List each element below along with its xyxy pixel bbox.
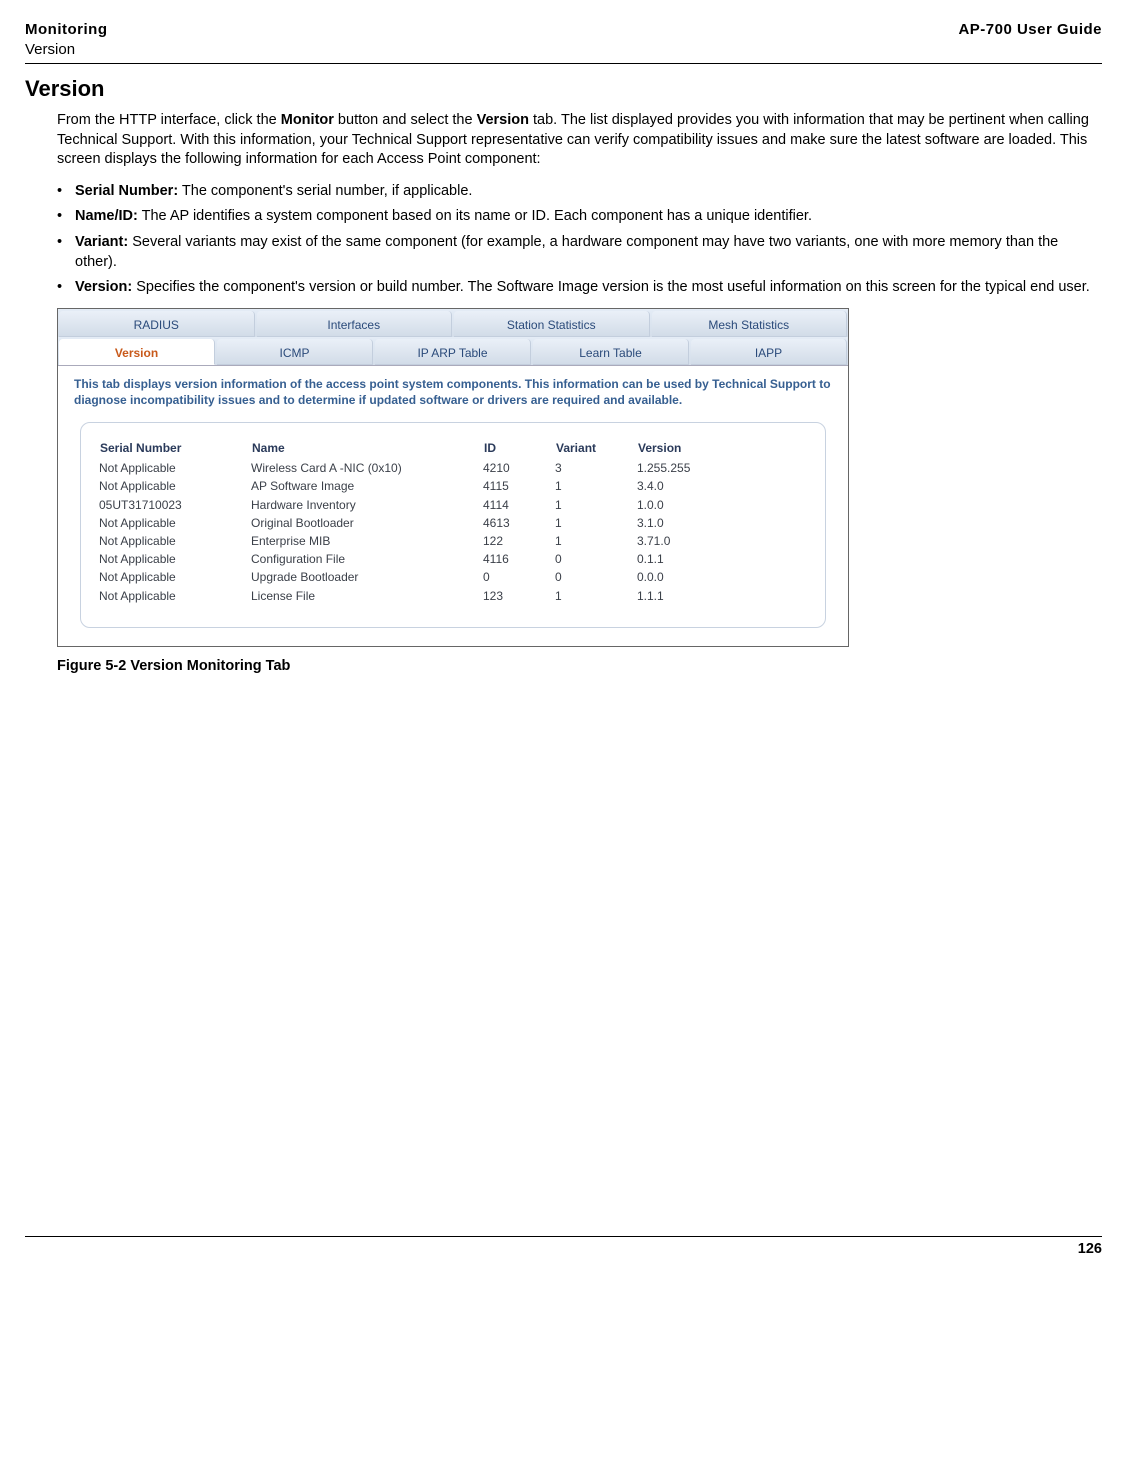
list-item: • Variant: Several variants may exist of… bbox=[57, 233, 1102, 272]
tab-ip-arp-table[interactable]: IP ARP Table bbox=[375, 339, 531, 365]
bullet-body: The component's serial number, if applic… bbox=[178, 183, 472, 199]
tab-learn-table[interactable]: Learn Table bbox=[533, 339, 689, 365]
bullet-label: Serial Number: bbox=[75, 183, 178, 199]
bullet-body: Specifies the component's version or bui… bbox=[132, 279, 1090, 295]
header-chapter: Monitoring bbox=[25, 20, 107, 40]
data-panel: Serial Number Name ID Variant Version No… bbox=[80, 422, 826, 628]
page-footer: 126 bbox=[25, 1236, 1102, 1260]
tab-mesh-statistics[interactable]: Mesh Statistics bbox=[652, 311, 848, 337]
tab-icmp[interactable]: ICMP bbox=[217, 339, 373, 365]
bullet-list: • Serial Number: The component's serial … bbox=[57, 182, 1102, 298]
tab-version[interactable]: Version bbox=[59, 339, 215, 365]
header-left: Monitoring Version bbox=[25, 20, 107, 61]
intro-b1: Monitor bbox=[281, 112, 334, 128]
tab-iapp[interactable]: IAPP bbox=[691, 339, 847, 365]
figure-caption: Figure 5-2 Version Monitoring Tab bbox=[57, 657, 1102, 677]
list-item: • Name/ID: The AP identifies a system co… bbox=[57, 207, 1102, 227]
col-serial: Serial Number bbox=[99, 439, 251, 459]
page-header: Monitoring Version AP-700 User Guide bbox=[25, 20, 1102, 64]
table-row: Not ApplicableUpgrade Bootloader000.0.0 bbox=[99, 568, 807, 586]
table-row: 05UT31710023Hardware Inventory411411.0.0 bbox=[99, 496, 807, 514]
intro-mid: button and select the bbox=[334, 112, 477, 128]
table-row: Not ApplicableLicense File12311.1.1 bbox=[99, 587, 807, 605]
list-item: • Serial Number: The component's serial … bbox=[57, 182, 1102, 202]
bullet-label: Name/ID: bbox=[75, 208, 138, 224]
col-version: Version bbox=[637, 439, 807, 459]
bullet-body: Several variants may exist of the same c… bbox=[75, 234, 1058, 270]
col-variant: Variant bbox=[555, 439, 637, 459]
tabs-row-2: Version ICMP IP ARP Table Learn Table IA… bbox=[58, 337, 848, 366]
bullet-body: The AP identifies a system component bas… bbox=[138, 208, 812, 224]
page-number: 126 bbox=[1078, 1241, 1102, 1257]
intro-paragraph: From the HTTP interface, click the Monit… bbox=[57, 111, 1102, 170]
col-name: Name bbox=[251, 439, 483, 459]
tab-interfaces[interactable]: Interfaces bbox=[257, 311, 453, 337]
tab-description: This tab displays version information of… bbox=[58, 366, 848, 422]
bullet-icon: • bbox=[57, 207, 75, 227]
bullet-icon: • bbox=[57, 233, 75, 272]
table-header-row: Serial Number Name ID Variant Version bbox=[99, 439, 807, 459]
version-table: Serial Number Name ID Variant Version No… bbox=[99, 439, 807, 605]
bullet-label: Variant: bbox=[75, 234, 128, 250]
tab-station-statistics[interactable]: Station Statistics bbox=[454, 311, 650, 337]
list-item: • Version: Specifies the component's ver… bbox=[57, 278, 1102, 298]
table-row: Not ApplicableOriginal Bootloader461313.… bbox=[99, 514, 807, 532]
tabs-row-1: RADIUS Interfaces Station Statistics Mes… bbox=[58, 309, 848, 337]
table-row: Not ApplicableAP Software Image411513.4.… bbox=[99, 477, 807, 495]
bullet-icon: • bbox=[57, 278, 75, 298]
section-heading: Version bbox=[25, 74, 1102, 104]
figure-container: RADIUS Interfaces Station Statistics Mes… bbox=[57, 308, 1102, 677]
intro-pre: From the HTTP interface, click the bbox=[57, 112, 281, 128]
header-guide-title: AP-700 User Guide bbox=[958, 20, 1102, 61]
table-row: Not ApplicableEnterprise MIB12213.71.0 bbox=[99, 532, 807, 550]
screenshot-panel: RADIUS Interfaces Station Statistics Mes… bbox=[57, 308, 849, 647]
tab-radius[interactable]: RADIUS bbox=[59, 311, 255, 337]
header-section: Version bbox=[25, 40, 107, 60]
bullet-label: Version: bbox=[75, 279, 132, 295]
bullet-icon: • bbox=[57, 182, 75, 202]
table-row: Not ApplicableConfiguration File411600.1… bbox=[99, 550, 807, 568]
col-id: ID bbox=[483, 439, 555, 459]
table-row: Not ApplicableWireless Card A -NIC (0x10… bbox=[99, 459, 807, 477]
intro-b2: Version bbox=[477, 112, 529, 128]
